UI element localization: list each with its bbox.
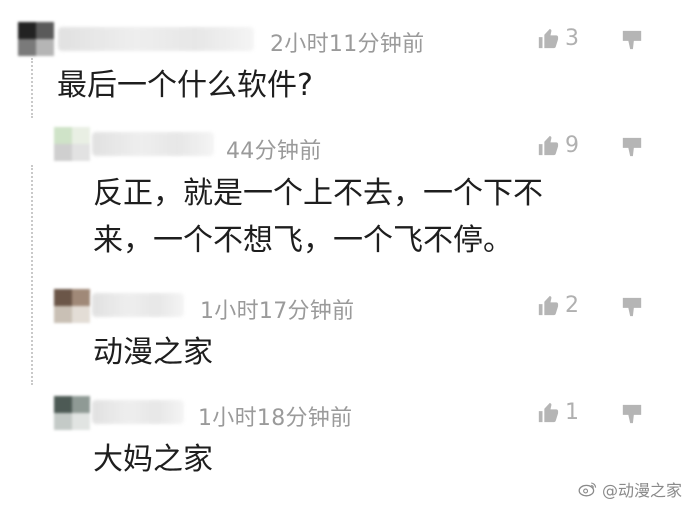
thumb-up-icon [538,28,559,48]
comment-text: 最后一个什么软件? [57,68,313,103]
comment-time: 2小时11分钟前 [270,32,425,57]
thumb-up-icon [538,295,559,315]
username-blurred[interactable] [92,293,184,317]
username-blurred[interactable] [58,27,254,51]
like-count: 2 [565,293,579,318]
comment-item: 44分钟前 9 反正，就是一个上不去，一个下不 来，一个不想飞，一个飞不停。 [0,120,690,290]
thumb-down-icon[interactable] [621,29,643,51]
username-blurred[interactable] [92,132,214,156]
thumb-down-icon[interactable] [621,296,643,318]
like-count: 9 [565,133,579,158]
like-button[interactable]: 9 [537,133,579,158]
comment-time: 1小时18分钟前 [198,406,353,431]
thumb-up-icon [538,135,559,155]
avatar[interactable] [18,22,54,56]
avatar[interactable] [54,289,90,323]
like-button[interactable]: 2 [537,293,579,318]
like-button[interactable]: 3 [537,26,579,51]
weibo-watermark: @动漫之家 [578,477,682,501]
avatar[interactable] [54,396,90,430]
like-button[interactable]: 1 [537,400,579,425]
thumb-down-icon[interactable] [621,403,643,425]
watermark-handle: @动漫之家 [601,481,682,500]
comment-text: 动漫之家 [93,335,213,370]
weibo-icon [578,482,597,497]
thumb-up-icon [538,402,559,422]
like-count: 3 [565,26,579,51]
thumb-down-icon[interactable] [621,136,643,158]
comment-text-line: 反正，就是一个上不去，一个下不 [93,176,543,211]
username-blurred[interactable] [92,400,184,424]
comment-time: 44分钟前 [226,139,322,164]
comment-text-line: 来，一个不想飞，一个飞不停。 [93,223,513,258]
avatar[interactable] [54,127,90,161]
comment-item: 2小时11分钟前 3 最后一个什么软件? [0,0,690,120]
comment-text: 大妈之家 [93,442,213,477]
comment-time: 1小时17分钟前 [200,299,355,324]
comment-item: 1小时17分钟前 2 动漫之家 [0,283,690,383]
like-count: 1 [565,400,579,425]
